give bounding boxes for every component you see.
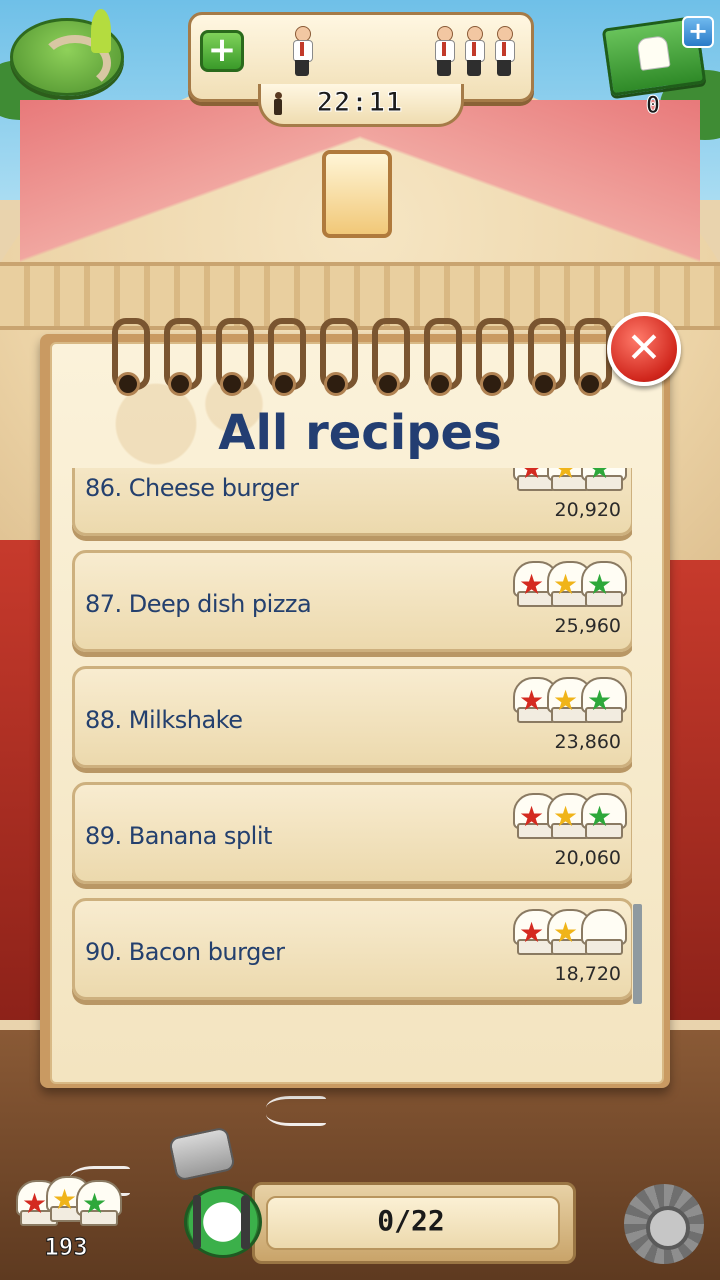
star-rating: ★ ★ xyxy=(513,909,627,959)
binder-ring xyxy=(470,318,514,396)
binder-ring xyxy=(522,318,566,396)
drape-left xyxy=(20,100,360,330)
red-star-icon: ★ xyxy=(519,684,545,717)
recipe-score: 23,860 xyxy=(554,731,621,753)
lantern xyxy=(322,150,392,238)
green-star-icon: ★ xyxy=(587,684,613,717)
waiter-icon xyxy=(464,26,485,76)
gold-star-icon: ★ xyxy=(553,568,579,601)
total-stars-count: 193 xyxy=(44,1233,88,1262)
green-star-icon: ★ xyxy=(82,1187,108,1220)
red-star-icon: ★ xyxy=(22,1187,48,1220)
gold-star-icon: ★ xyxy=(553,916,579,949)
recipe-row[interactable]: 86. Cheese burger ★ ★ ★ 20,920 xyxy=(72,468,632,536)
gold-star-icon: ★ xyxy=(553,684,579,717)
add-staff-button[interactable]: + xyxy=(200,30,244,72)
gold-star-icon: ★ xyxy=(553,800,579,833)
binder-ring xyxy=(106,318,150,396)
page-title: All recipes xyxy=(218,405,502,461)
settings-button[interactable] xyxy=(624,1184,704,1264)
recipe-row[interactable]: 89. Banana split ★ ★ ★ 20,060 xyxy=(72,782,632,884)
fish-bone-icon xyxy=(266,1096,326,1126)
star-rating: ★ ★ ★ xyxy=(513,677,627,727)
binder-ring xyxy=(366,318,410,396)
close-icon: ✕ xyxy=(626,323,662,372)
plate-utensils-icon xyxy=(184,1186,262,1258)
star-rating: ★ ★ ★ xyxy=(513,561,627,611)
scrollbar[interactable] xyxy=(633,904,642,1004)
red-star-icon: ★ xyxy=(519,468,545,485)
green-star-icon: ★ xyxy=(587,800,613,833)
red-star-icon: ★ xyxy=(519,568,545,601)
binder-ring xyxy=(418,318,462,396)
red-star-icon: ★ xyxy=(519,800,545,833)
recipe-name: 87. Deep dish pizza xyxy=(85,590,312,618)
recipe-row[interactable]: 88. Milkshake ★ ★ ★ 23,860 xyxy=(72,666,632,768)
add-cash-button[interactable]: + xyxy=(682,16,714,48)
star-rating: ★ ★ ★ xyxy=(513,793,627,843)
cash-count: 0 xyxy=(645,91,661,120)
recipe-score: 20,920 xyxy=(554,499,621,521)
green-star-icon: ★ xyxy=(587,568,613,601)
staff-timer: 22:11 xyxy=(316,87,404,119)
active-waiter-icon xyxy=(292,26,313,76)
green-star-icon: ★ xyxy=(587,468,613,485)
recipe-name: 90. Bacon burger xyxy=(85,938,285,966)
recipe-row[interactable]: 90. Bacon burger ★ ★ 18,720 xyxy=(72,898,632,1000)
recipe-score: 20,060 xyxy=(554,847,621,869)
recipe-name: 89. Banana split xyxy=(85,822,272,850)
cash-icon xyxy=(636,35,671,71)
binder-ring xyxy=(568,318,612,396)
waiter-icon xyxy=(434,26,455,76)
close-button[interactable]: ✕ xyxy=(607,312,681,386)
binder-ring xyxy=(314,318,358,396)
walker-icon xyxy=(272,92,284,116)
gold-star-icon: ★ xyxy=(553,468,579,485)
recipe-row[interactable]: 87. Deep dish pizza ★ ★ ★ 25,960 xyxy=(72,550,632,652)
waiter-icon xyxy=(494,26,515,76)
recipe-score: 18,720 xyxy=(554,963,621,985)
binder-ring xyxy=(158,318,202,396)
drape-right xyxy=(360,100,700,330)
gold-star-icon: ★ xyxy=(52,1183,78,1216)
binder-ring xyxy=(262,318,306,396)
recipe-list[interactable]: 86. Cheese burger ★ ★ ★ 20,920 87. Deep … xyxy=(72,468,632,1008)
recipe-name: 86. Cheese burger xyxy=(85,474,299,502)
star-rating: ★ ★ ★ xyxy=(513,468,627,495)
red-star-icon: ★ xyxy=(519,916,545,949)
binder-ring xyxy=(210,318,254,396)
tree-icon xyxy=(91,9,111,53)
map-button[interactable] xyxy=(10,9,124,96)
recipe-score: 25,960 xyxy=(554,615,621,637)
recipe-name: 88. Milkshake xyxy=(85,706,243,734)
order-progress-text: 0/22 xyxy=(377,1204,445,1237)
